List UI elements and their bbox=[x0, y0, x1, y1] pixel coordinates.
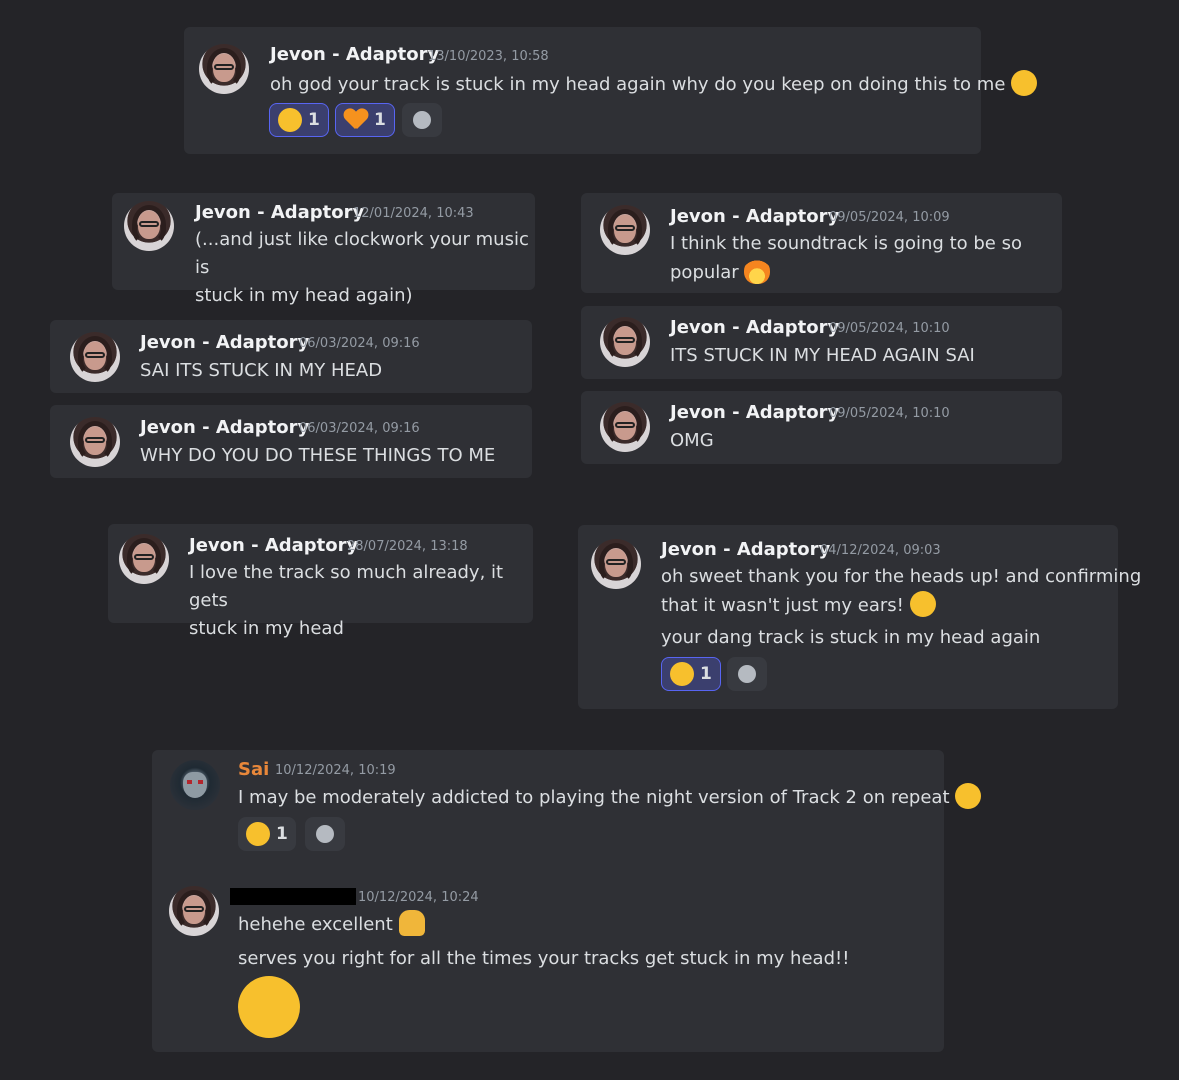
timestamp: 12/01/2024, 10:43 bbox=[353, 206, 474, 221]
message-text: WHY DO YOU DO THESE THINGS TO ME bbox=[140, 445, 496, 466]
add-reaction-button[interactable] bbox=[305, 817, 345, 851]
user-avatar[interactable] bbox=[169, 886, 219, 936]
message-card: Jevon - Adaptory 09/05/2024, 10:09 I thi… bbox=[581, 193, 1062, 293]
message-text: OMG bbox=[670, 430, 714, 451]
grinning-face-emoji bbox=[909, 591, 936, 617]
username[interactable]: Jevon - Adaptory bbox=[661, 539, 830, 560]
message-text: (...and just like clockwork your music i… bbox=[195, 229, 529, 306]
grinning-squint-face-icon bbox=[278, 108, 302, 132]
add-reaction-icon bbox=[738, 665, 756, 683]
reaction-grinning-squint[interactable]: 1 bbox=[269, 103, 329, 137]
message-card: Jevon - Adaptory 12/01/2024, 10:43 (...a… bbox=[112, 193, 535, 306]
message-text: oh sweet thank you for the heads up! and… bbox=[661, 566, 1142, 648]
tears-of-joy-big-emoji bbox=[238, 976, 300, 1038]
timestamp: 10/12/2024, 10:19 bbox=[275, 763, 396, 778]
fire-emoji bbox=[744, 258, 771, 284]
grinning-squint-face-icon bbox=[670, 662, 694, 686]
username[interactable]: Jevon - Adaptory bbox=[189, 535, 358, 556]
message-card: Jevon - Adaptory 28/07/2024, 13:18 I lov… bbox=[108, 524, 533, 639]
orange-heart-icon bbox=[344, 109, 368, 131]
message-card: Jevon - Adaptory 09/05/2024, 10:10 OMG bbox=[581, 391, 1062, 464]
user-avatar[interactable] bbox=[199, 44, 249, 94]
message-text: I love the track so much already, it get… bbox=[189, 562, 504, 639]
tears-of-joy-emoji bbox=[955, 783, 982, 809]
username[interactable]: Jevon - Adaptory bbox=[140, 417, 309, 438]
user-avatar[interactable] bbox=[600, 317, 650, 367]
add-reaction-button[interactable] bbox=[727, 657, 767, 691]
add-reaction-icon bbox=[413, 111, 431, 129]
message-card: Jevon - Adaptory 04/12/2024, 09:03 oh sw… bbox=[578, 525, 1141, 709]
raised-hands-emoji bbox=[398, 910, 425, 936]
user-avatar[interactable] bbox=[124, 201, 174, 251]
user-avatar[interactable] bbox=[591, 539, 641, 589]
message-card: Jevon - Adaptory 06/03/2024, 09:16 WHY D… bbox=[50, 405, 532, 478]
timestamp: 09/05/2024, 10:10 bbox=[829, 321, 950, 336]
message-card: Jevon - Adaptory 13/10/2023, 10:58 oh go… bbox=[184, 27, 1038, 154]
timestamp: 04/12/2024, 09:03 bbox=[820, 543, 941, 558]
message-card: Jevon - Adaptory 06/03/2024, 09:16 SAI I… bbox=[50, 320, 532, 393]
username[interactable]: Jevon - Adaptory bbox=[670, 206, 839, 227]
timestamp: 06/03/2024, 09:16 bbox=[299, 421, 420, 436]
message-text: oh god your track is stuck in my head ag… bbox=[270, 70, 1038, 99]
timestamp: 09/05/2024, 10:09 bbox=[829, 210, 950, 225]
user-avatar[interactable] bbox=[600, 402, 650, 452]
user-avatar[interactable] bbox=[70, 417, 120, 467]
username[interactable]: Jevon - Adaptory bbox=[140, 332, 309, 353]
message-text: hehehe excellent serves you right for al… bbox=[238, 910, 849, 973]
username[interactable]: Jevon - Adaptory bbox=[670, 402, 839, 423]
message-text: I may be moderately addicted to playing … bbox=[238, 783, 982, 812]
username[interactable]: Jevon - Adaptory bbox=[670, 317, 839, 338]
user-avatar[interactable] bbox=[70, 332, 120, 382]
username[interactable]: Jevon - Adaptory bbox=[195, 202, 364, 223]
message-text: ITS STUCK IN MY HEAD AGAIN SAI bbox=[670, 345, 975, 366]
timestamp: 28/07/2024, 13:18 bbox=[347, 539, 468, 554]
add-reaction-icon bbox=[316, 825, 334, 843]
user-avatar[interactable] bbox=[119, 534, 169, 584]
message-text: SAI ITS STUCK IN MY HEAD bbox=[140, 360, 383, 381]
message-card: Sai 10/12/2024, 10:19 I may be moderatel… bbox=[152, 750, 982, 1052]
face-with-tears-of-joy-icon bbox=[246, 822, 270, 846]
reaction-tears-of-joy[interactable]: 1 bbox=[238, 817, 296, 851]
timestamp: 10/12/2024, 10:24 bbox=[358, 890, 479, 905]
user-avatar[interactable] bbox=[600, 205, 650, 255]
timestamp: 06/03/2024, 09:16 bbox=[299, 336, 420, 351]
reaction-grinning-squint[interactable]: 1 bbox=[661, 657, 721, 691]
message-text: I think the soundtrack is going to be so… bbox=[670, 233, 1022, 284]
timestamp: 13/10/2023, 10:58 bbox=[428, 49, 549, 64]
add-reaction-button[interactable] bbox=[402, 103, 442, 137]
tears-of-joy-emoji bbox=[1011, 70, 1038, 96]
user-avatar[interactable] bbox=[170, 760, 220, 810]
message-card: Jevon - Adaptory 09/05/2024, 10:10 ITS S… bbox=[581, 306, 1062, 379]
reaction-orange-heart[interactable]: 1 bbox=[335, 103, 395, 137]
redacted-username bbox=[230, 888, 356, 905]
username[interactable]: Jevon - Adaptory bbox=[270, 44, 439, 65]
timestamp: 09/05/2024, 10:10 bbox=[829, 406, 950, 421]
username[interactable]: Sai bbox=[238, 759, 269, 780]
